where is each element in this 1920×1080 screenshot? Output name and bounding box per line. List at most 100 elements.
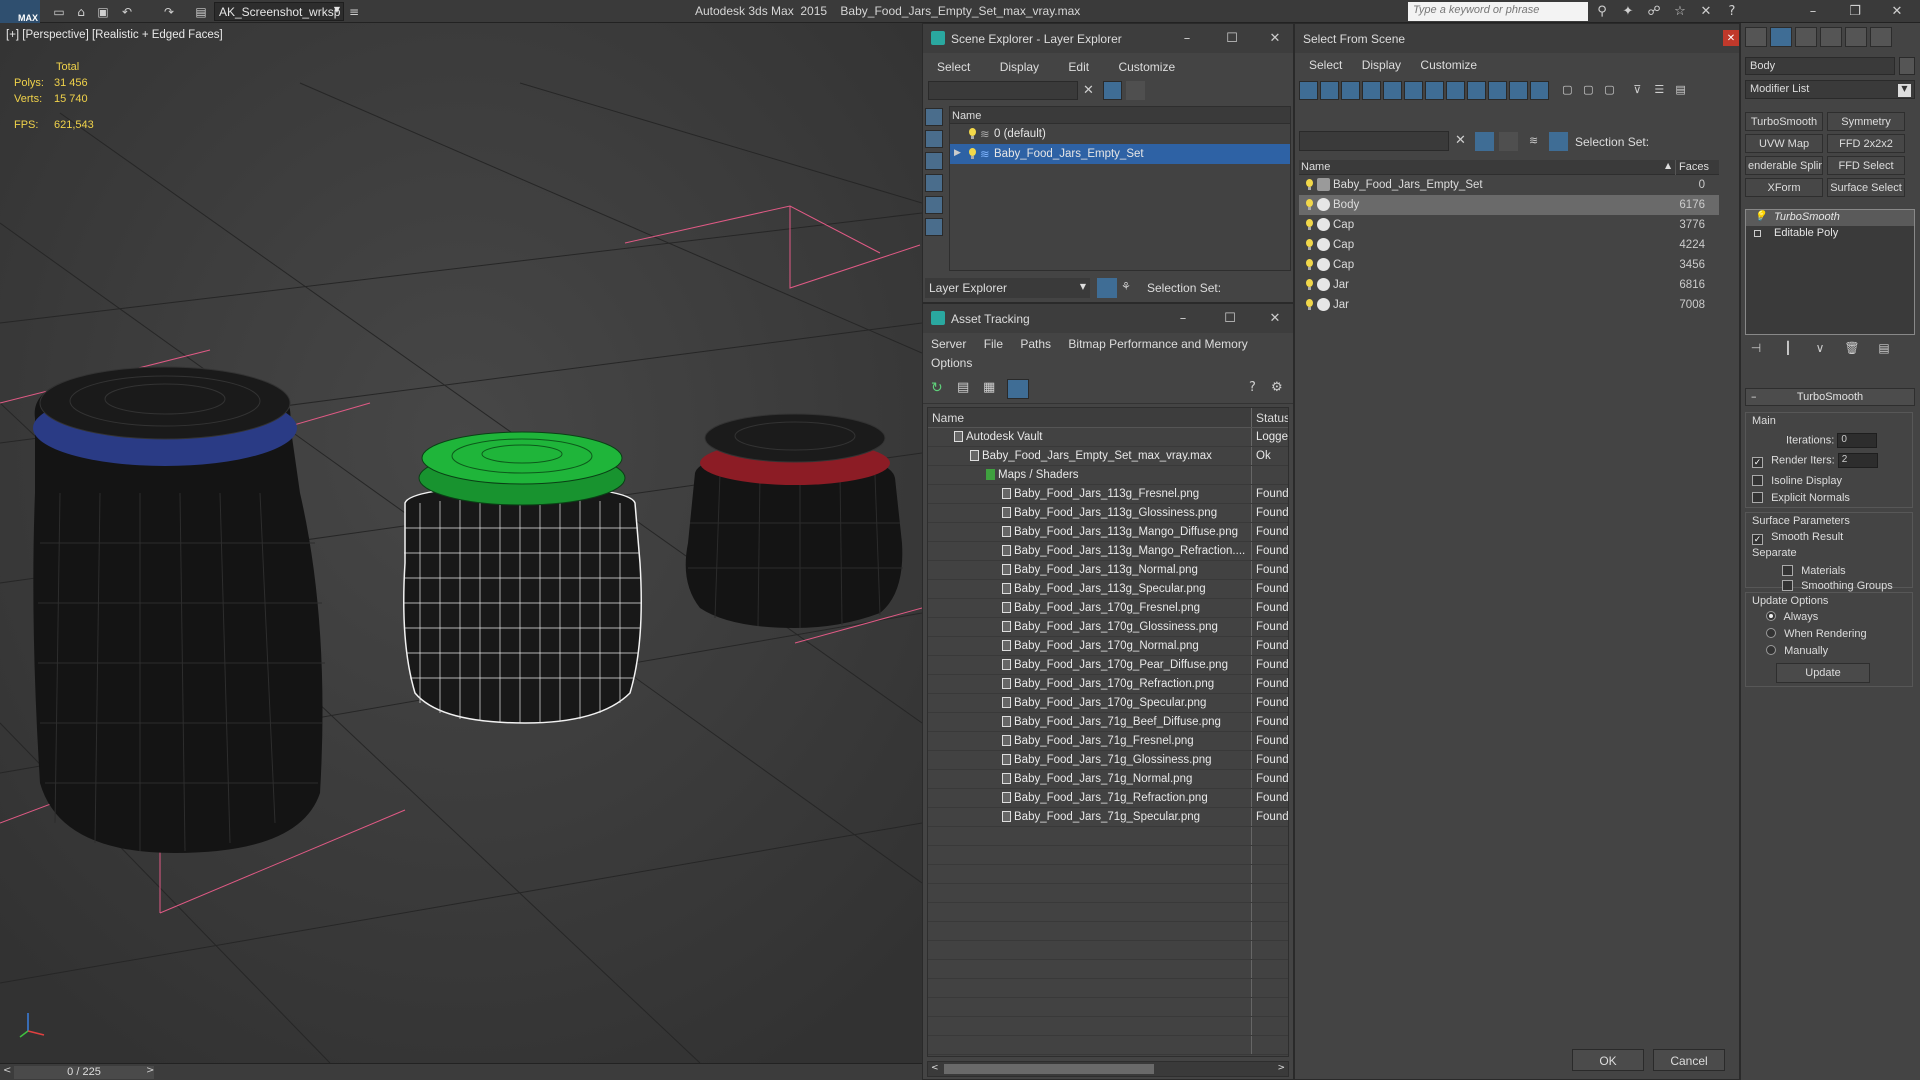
scene-explorer-titlebar[interactable]: Scene Explorer - Layer Explorer – ☐ ✕ (923, 24, 1293, 53)
hierarchy-icon[interactable]: ⚘ (1121, 280, 1131, 293)
display-xrefs-icon[interactable] (1446, 81, 1465, 100)
jar-middle[interactable] (403, 431, 642, 724)
asset-row[interactable]: Baby_Food_Jars_113g_Fresnel.png Found (928, 485, 1288, 504)
modifier-button-ffd[interactable]: FFD 2x2x2 (1827, 134, 1905, 153)
pin-stack-icon[interactable]: ⊣ (1745, 341, 1767, 361)
asset-row[interactable]: Maps / Shaders (928, 466, 1288, 485)
lightbulb-icon[interactable]: 💡 (1754, 211, 1766, 222)
menu-customize[interactable]: Customize (1420, 58, 1477, 72)
object-row[interactable]: Cap 3456 (1299, 255, 1719, 275)
modifier-button-ffd-select[interactable]: FFD Select (1827, 156, 1905, 175)
object-row[interactable]: Baby_Food_Jars_Empty_Set 0 (1299, 175, 1719, 195)
when-rendering-row[interactable]: When Rendering (1766, 628, 1867, 640)
communication-icon[interactable]: ☍ (1644, 3, 1664, 20)
display-shapes-icon[interactable] (1320, 81, 1339, 100)
subscription-icon[interactable]: ✦ (1618, 3, 1638, 20)
expand-icon[interactable] (1754, 230, 1761, 237)
asset-row[interactable]: Baby_Food_Jars_170g_Normal.png Found (928, 637, 1288, 656)
remove-modifier-icon[interactable]: 🗑 (1841, 341, 1863, 361)
display-geometry-icon[interactable] (925, 108, 943, 126)
modifier-list-dropdown[interactable]: Modifier List ▼ (1745, 80, 1915, 99)
asset-row[interactable]: Baby_Food_Jars_71g_Glossiness.png Found (928, 751, 1288, 770)
asset-row[interactable]: Baby_Food_Jars_71g_Normal.png Found (928, 770, 1288, 789)
asset-row[interactable]: Baby_Food_Jars_170g_Pear_Diffuse.png Foun… (928, 656, 1288, 675)
always-row[interactable]: Always (1766, 611, 1818, 623)
close-icon[interactable]: ✕ (1723, 30, 1739, 46)
menu-select[interactable]: Select (1309, 58, 1342, 72)
select-search-input[interactable] (1299, 131, 1449, 151)
rollout-title[interactable]: – TurboSmooth (1745, 388, 1915, 406)
hierarchy-tab-icon[interactable] (1795, 27, 1817, 47)
display-tab-icon[interactable] (1845, 27, 1867, 47)
find-options-icon[interactable] (1499, 132, 1518, 151)
select-all-icon[interactable]: ▢ (1562, 83, 1580, 96)
columns-icon[interactable]: ▤ (1675, 83, 1693, 96)
isoline-row[interactable]: Isoline Display (1752, 475, 1842, 487)
undo-icon[interactable]: ↶ (118, 3, 136, 20)
display-helpers-icon[interactable] (925, 196, 943, 214)
layers-icon[interactable]: ≋ (1529, 134, 1538, 147)
find-options-icon[interactable] (1126, 81, 1145, 100)
menu-paths[interactable]: Paths (1020, 337, 1051, 351)
menu-options[interactable]: Options (931, 356, 972, 370)
close-icon[interactable]: ✕ (1263, 308, 1287, 328)
asset-row[interactable]: Baby_Food_Jars_113g_Specular.png Found (928, 580, 1288, 599)
asset-tracking-titlebar[interactable]: Asset Tracking – ☐ ✕ (923, 304, 1293, 333)
column-name-header[interactable]: Name (1301, 161, 1330, 173)
object-row[interactable]: Jar 7008 (1299, 295, 1719, 315)
expand-arrow-icon[interactable]: ▶ (954, 148, 961, 158)
explicit-normals-row[interactable]: Explicit Normals (1752, 492, 1850, 504)
project-folder-icon[interactable]: ▤ (192, 3, 210, 20)
filter-toggle-icon[interactable] (1475, 132, 1494, 151)
time-slider-thumb[interactable]: 0 / 225 (14, 1066, 154, 1079)
display-bones-icon[interactable] (1467, 81, 1486, 100)
object-row[interactable]: Cap 3776 (1299, 215, 1719, 235)
layer-column-header[interactable]: Name (950, 107, 1290, 124)
when-rendering-radio[interactable] (1766, 628, 1776, 638)
minimize-icon[interactable]: – (1792, 0, 1834, 23)
hierarchy-icon[interactable]: ☰ (1654, 83, 1672, 96)
horizontal-scrollbar[interactable]: < > (927, 1061, 1289, 1077)
modifier-button-xform[interactable]: XForm (1745, 178, 1823, 197)
lightbulb-icon[interactable] (1305, 299, 1314, 311)
clear-search-icon[interactable]: ✕ (1455, 133, 1466, 148)
modifier-button-renderable-spline[interactable]: enderable Splir (1745, 156, 1823, 175)
lightbulb-icon[interactable] (1305, 259, 1314, 271)
asset-row[interactable]: Baby_Food_Jars_113g_Normal.png Found (928, 561, 1288, 580)
thumbnail-view-icon[interactable]: ▦ (983, 380, 995, 395)
select-from-scene-titlebar[interactable]: Select From Scene ✕ (1295, 24, 1739, 53)
perspective-viewport[interactable]: [+] [Perspective] [Realistic + Edged Fac… (0, 23, 922, 1063)
lightbulb-icon[interactable] (1305, 199, 1314, 211)
asset-row[interactable]: Baby_Food_Jars_71g_Refraction.png Found (928, 789, 1288, 808)
layer-view-icon[interactable] (1097, 278, 1117, 298)
menu-customize[interactable]: Customize (1118, 60, 1175, 74)
render-iters-checkbox[interactable]: ✓ (1752, 457, 1763, 469)
layer-row-baby-food-jars[interactable]: ▶ ≋ Baby_Food_Jars_Empty_Set (950, 144, 1290, 164)
modify-tab-icon[interactable] (1770, 27, 1792, 47)
asset-row[interactable]: Baby_Food_Jars_170g_Glossiness.png Found (928, 618, 1288, 637)
save-icon[interactable]: ▣ (94, 3, 112, 20)
lightbulb-icon[interactable] (1305, 219, 1314, 231)
jar-left[interactable] (33, 366, 325, 853)
minimize-icon[interactable]: – (1171, 308, 1195, 328)
list-view-icon[interactable]: ▤ (957, 380, 969, 395)
display-geometry-icon[interactable] (1299, 81, 1318, 100)
close-search-icon[interactable]: ✕ (1696, 3, 1716, 20)
favorites-star-icon[interactable]: ☆ (1670, 3, 1690, 20)
menu-display[interactable]: Display (1362, 58, 1401, 72)
manually-radio[interactable] (1766, 645, 1776, 655)
asset-row[interactable]: Baby_Food_Jars_170g_Refraction.png Found (928, 675, 1288, 694)
modifier-button-uvw-map[interactable]: UVW Map (1745, 134, 1823, 153)
isoline-checkbox[interactable] (1752, 475, 1763, 486)
display-helpers-icon[interactable] (1383, 81, 1402, 100)
display-cameras-icon[interactable] (1362, 81, 1381, 100)
close-icon[interactable]: ✕ (1876, 0, 1918, 23)
object-row[interactable]: Jar 6816 (1299, 275, 1719, 295)
render-iters-spinner[interactable]: 2 (1837, 453, 1878, 468)
object-row[interactable]: Body 6176 (1299, 195, 1719, 215)
hierarchy-view-icon[interactable] (1549, 132, 1568, 151)
asset-row[interactable]: Baby_Food_Jars_113g_Mango_Refraction....… (928, 542, 1288, 561)
select-none-icon[interactable]: ▢ (1583, 83, 1601, 96)
asset-row[interactable]: Baby_Food_Jars_71g_Fresnel.png Found (928, 732, 1288, 751)
lightbulb-icon[interactable] (1305, 179, 1314, 191)
